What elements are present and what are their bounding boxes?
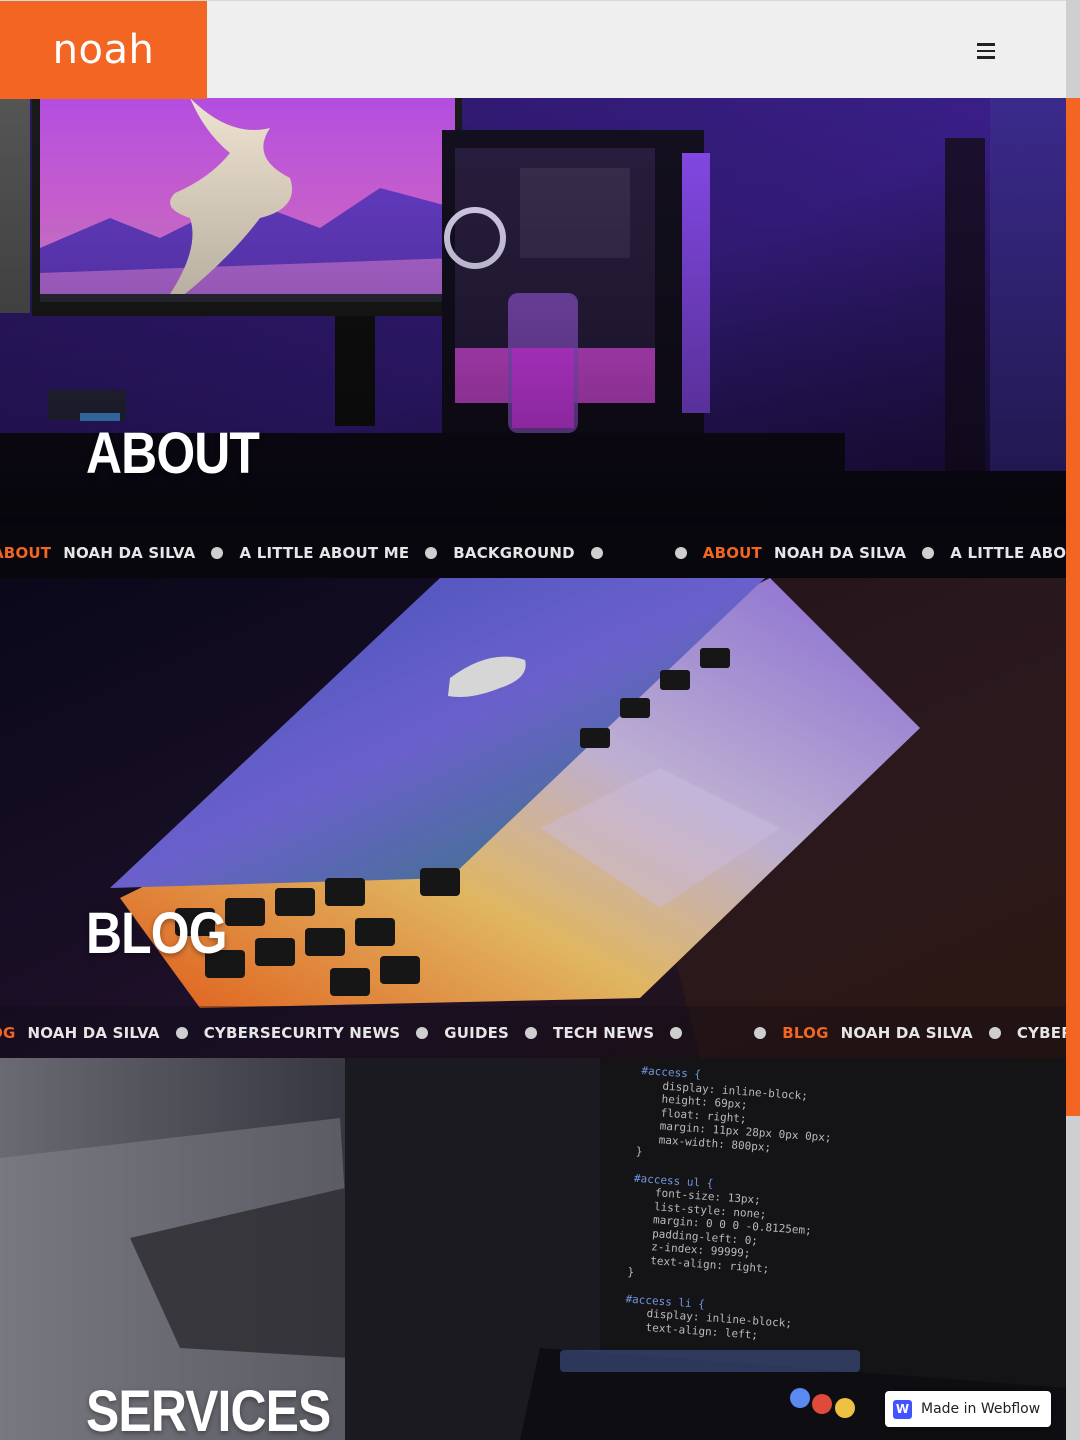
marquee-item: CYBERSECURITY NEWS — [1016, 1024, 1066, 1042]
dot-separator — [988, 1027, 1001, 1039]
dot-separator — [590, 547, 603, 559]
section-blog[interactable]: BLOG OG NOAH DA SILVA CYBERSECURITY NEWS… — [0, 578, 1066, 1058]
badge-label: Made in Webflow — [921, 1401, 1041, 1417]
laptop-photo — [0, 578, 1066, 1058]
site-logo[interactable]: noah — [0, 1, 207, 99]
site-header: noah — [0, 0, 1066, 99]
dot-separator — [674, 547, 687, 559]
marquee-item: NOAH DA SILVA — [27, 1024, 160, 1042]
section-services[interactable]: #access { display: inline-block; height:… — [0, 1058, 1066, 1440]
hamburger-menu-icon[interactable] — [970, 35, 1002, 67]
marquee-item: NOAH DA SILVA — [773, 544, 907, 562]
marquee-item: BLOG — [782, 1024, 829, 1042]
gaming-pc-desk-photo — [0, 98, 1066, 578]
marquee-item: GUIDES — [444, 1024, 510, 1042]
code-editor-text: #access { display: inline-block; height:… — [623, 1064, 835, 1346]
section-title-services: SERVICES — [86, 1379, 331, 1440]
marquee-item: ABOUT — [0, 544, 52, 562]
marquee-item: NOAH DA SILVA — [840, 1024, 973, 1042]
dot-separator — [175, 1027, 188, 1039]
webflow-logo-icon: W — [893, 1399, 912, 1419]
section-about[interactable]: ABOUT ABOUT NOAH DA SILVA A LITTLE ABOUT… — [0, 98, 1066, 578]
logo-text: noah — [52, 27, 155, 73]
dot-separator — [525, 1027, 538, 1039]
marquee-item: BACKGROUND — [453, 544, 575, 562]
section-title-blog: BLOG — [86, 901, 228, 966]
blog-marquee: OG NOAH DA SILVA CYBERSECURITY NEWS GUID… — [0, 1006, 1066, 1058]
about-marquee: ABOUT NOAH DA SILVA A LITTLE ABOUT ME BA… — [0, 526, 1066, 578]
marquee-item: NOAH DA SILVA — [63, 544, 196, 562]
dot-separator — [670, 1027, 683, 1039]
marquee-item: CYBERSECURITY NEWS — [203, 1024, 401, 1042]
marquee-item: OG — [0, 1024, 16, 1042]
dot-separator — [425, 547, 438, 559]
dot-separator — [211, 547, 224, 559]
scroll-thumb[interactable] — [1066, 98, 1080, 1116]
dot-separator — [922, 547, 935, 559]
scroll-rail[interactable] — [1066, 0, 1080, 1440]
marquee-item: A LITTLE ABOUT ME — [950, 544, 1066, 562]
dot-separator — [754, 1027, 767, 1039]
marquee-item: ABOUT — [702, 544, 762, 562]
dot-separator — [416, 1027, 429, 1039]
marquee-item: A LITTLE ABOUT ME — [239, 544, 410, 562]
made-in-webflow-badge[interactable]: W Made in Webflow — [885, 1391, 1051, 1427]
section-title-about: ABOUT — [86, 421, 260, 486]
marquee-item: TECH NEWS — [553, 1024, 655, 1042]
